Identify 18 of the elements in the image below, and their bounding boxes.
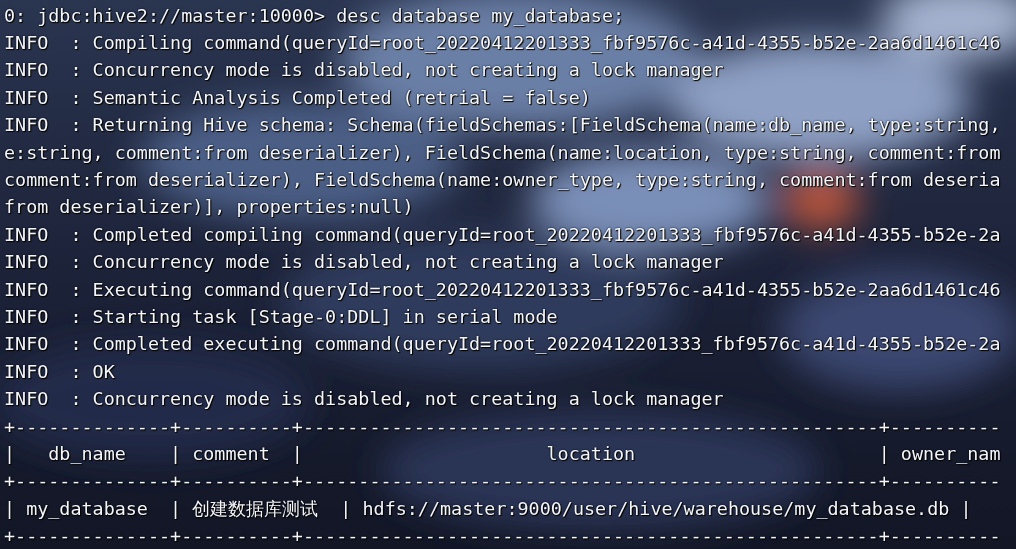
terminal-line: e:string, comment:from deserializer), FieldSchema(name:location, type:string, comment:from xyxy=(4,141,1001,164)
terminal-line: from deserializer)], properties:null) xyxy=(4,196,414,219)
terminal-line: | my_database | 创建数据库测试 | hdfs://master:9000/user/hive/warehouse/my_database.db | xyxy=(4,497,972,520)
terminal-line: +--------------+----------+----------------------------------------------------+---------- xyxy=(4,415,1001,438)
terminal-line: INFO : Semantic Analysis Completed (retrial = false) xyxy=(4,86,591,109)
terminal-line: 0: jdbc:hive2://master:10000> desc database my_database; xyxy=(4,4,625,27)
terminal-line: INFO : Concurrency mode is disabled, not creating a lock manager xyxy=(4,251,724,274)
terminal-line: +--------------+----------+----------------------------------------------------+---------- xyxy=(4,525,1001,548)
terminal-line: | db_name | comment | location | owner_nam xyxy=(4,442,1001,465)
terminal-line: INFO : Completed executing command(queryId=root_20220412201333_fbf9576c-a41d-4355-b52e-2a xyxy=(4,333,1001,356)
terminal-line: +--------------+----------+----------------------------------------------------+---------- xyxy=(4,470,1001,493)
terminal-line: INFO : Starting task [Stage-0:DDL] in serial mode xyxy=(4,306,558,328)
terminal-line: comment:from deserializer), FieldSchema(name:owner_type, type:string, comment:from deseria xyxy=(4,169,1001,192)
terminal-line: INFO : Concurrency mode is disabled, not creating a lock manager xyxy=(4,388,724,411)
terminal-line: INFO : Completed compiling command(queryId=root_20220412201333_fbf9576c-a41d-4355-b52e-2a xyxy=(4,223,1001,246)
terminal-line: INFO : Executing command(queryId=root_20220412201333_fbf9576c-a41d-4355-b52e-2aa6d1461c46 xyxy=(4,278,1001,301)
terminal-line: INFO : Concurrency mode is disabled, not creating a lock manager xyxy=(4,59,724,82)
terminal-line: INFO : OK xyxy=(4,360,115,383)
